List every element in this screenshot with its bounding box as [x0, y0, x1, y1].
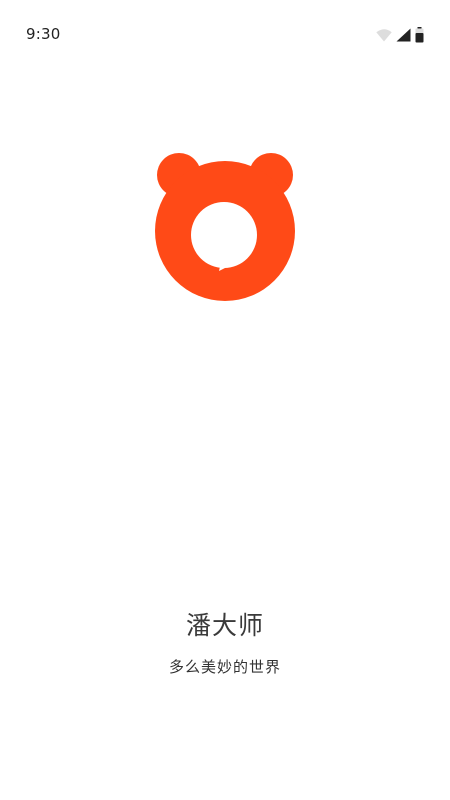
app-name: 潘大师: [185, 611, 264, 640]
wifi-icon: [376, 28, 392, 42]
bear-chat-bubble-logo-icon: [155, 153, 295, 301]
status-time: 9:30: [26, 25, 61, 43]
battery-icon: [415, 27, 424, 43]
cellular-signal-icon: [396, 28, 411, 42]
app-logo: [154, 150, 296, 302]
status-bar: 9:30: [0, 0, 450, 70]
splash-screen: 9:30 潘大师 多么美妙的世界: [0, 0, 450, 800]
app-slogan: 多么美妙的世界: [168, 658, 281, 676]
status-icons: [376, 27, 424, 43]
